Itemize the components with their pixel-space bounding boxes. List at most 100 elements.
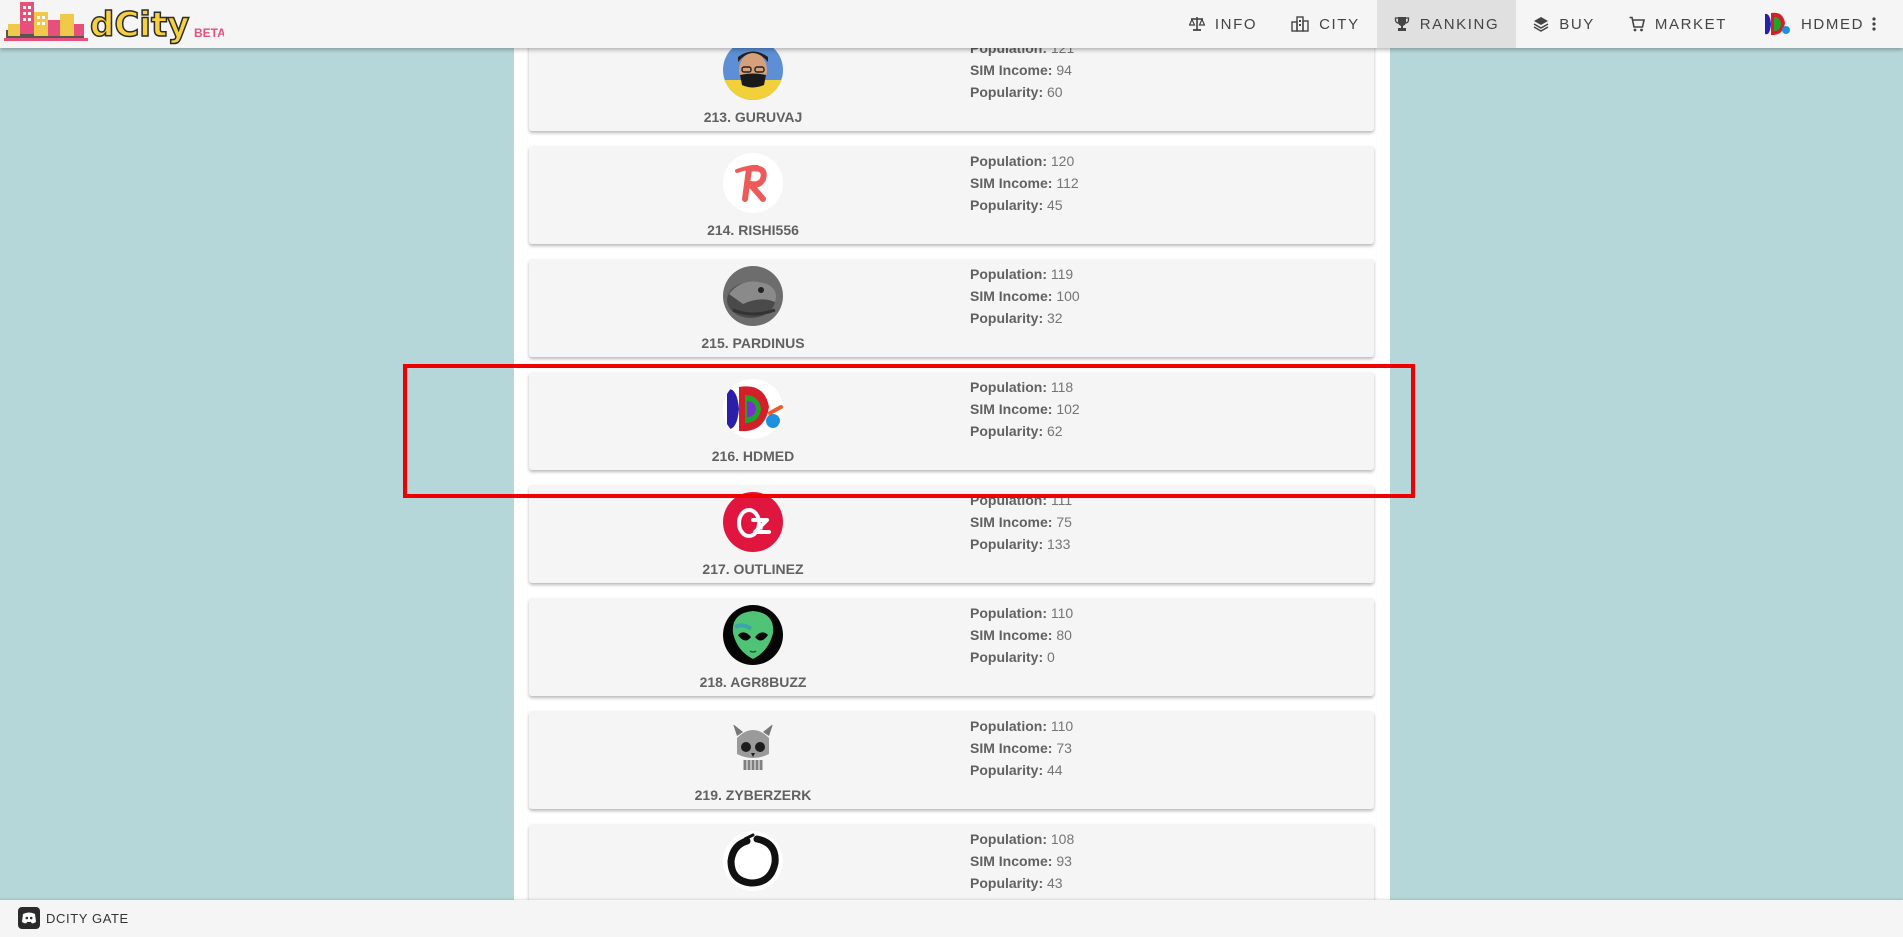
- population-value: 119: [1050, 266, 1074, 282]
- popularity-value: 45: [1047, 197, 1063, 213]
- ranking-card[interactable]: Population: 108 SIM Income: 93 Popularit…: [529, 824, 1374, 900]
- top-bar: dCity BETA INFO CITY RANKING BUY MARKET …: [0, 0, 1903, 48]
- population-label: Population:: [970, 266, 1047, 282]
- player-stats: Population: 111 SIM Income: 75 Popularit…: [970, 489, 1072, 555]
- trophy-icon: [1394, 17, 1409, 31]
- popularity-label: Popularity:: [970, 649, 1044, 665]
- ranking-list[interactable]: 213. GURUVAJ Population: 121 SIM Income:…: [514, 48, 1390, 900]
- population-label: Population:: [970, 492, 1047, 508]
- nav-user-menu[interactable]: HDMED: [1744, 0, 1903, 48]
- popularity-value: 43: [1047, 875, 1063, 891]
- nav-city-label: CITY: [1319, 15, 1360, 33]
- player-stats: Population: 119 SIM Income: 100 Populari…: [970, 263, 1080, 329]
- player-name: 213. GURUVAJ: [703, 109, 803, 125]
- sim-income-value: 102: [1056, 401, 1080, 417]
- popularity-value: 32: [1047, 310, 1063, 326]
- player-name: 219. ZYBERZERK: [694, 787, 812, 803]
- nav-ranking[interactable]: RANKING: [1376, 0, 1517, 48]
- nav-buy[interactable]: BUY: [1516, 0, 1612, 48]
- cart-icon: [1629, 16, 1645, 32]
- sim-income-label: SIM Income:: [970, 853, 1053, 869]
- popularity-value: 62: [1047, 423, 1063, 439]
- sim-income-value: 75: [1056, 514, 1072, 530]
- sim-income-label: SIM Income:: [970, 514, 1053, 530]
- sim-income-label: SIM Income:: [970, 288, 1053, 304]
- population-label: Population:: [970, 48, 1047, 56]
- population-label: Population:: [970, 831, 1047, 847]
- nav-user-label: HDMED: [1801, 15, 1864, 33]
- popularity-label: Popularity:: [970, 310, 1044, 326]
- sim-income-label: SIM Income:: [970, 175, 1053, 191]
- city-icon: [1291, 16, 1309, 32]
- population-label: Population:: [970, 379, 1047, 395]
- popularity-label: Popularity:: [970, 875, 1044, 891]
- sim-income-label: SIM Income:: [970, 740, 1053, 756]
- population-label: Population:: [970, 605, 1047, 621]
- nav-city[interactable]: CITY: [1274, 0, 1377, 48]
- popularity-value: 44: [1047, 762, 1063, 778]
- ranking-card[interactable]: 213. GURUVAJ Population: 121 SIM Income:…: [529, 48, 1374, 131]
- svg-text:BETA: BETA: [194, 26, 224, 40]
- hd-logo-avatar: [723, 379, 783, 439]
- player-stats: Population: 108 SIM Income: 93 Popularit…: [970, 828, 1074, 894]
- iguana-avatar: [723, 266, 783, 326]
- scale-icon: [1188, 17, 1205, 31]
- population-label: Population:: [970, 153, 1047, 169]
- sim-income-value: 80: [1056, 627, 1072, 643]
- population-value: 120: [1050, 153, 1075, 169]
- population-value: 110: [1050, 605, 1074, 621]
- ranking-card[interactable]: 219. ZYBERZERK Population: 110 SIM Incom…: [529, 711, 1374, 809]
- letter-r-avatar: [723, 153, 783, 213]
- player-stats: Population: 121 SIM Income: 94 Popularit…: [970, 48, 1074, 103]
- popularity-value: 133: [1047, 536, 1071, 552]
- popularity-label: Popularity:: [970, 423, 1044, 439]
- ranking-card[interactable]: 214. RISHI556 Population: 120 SIM Income…: [529, 146, 1374, 244]
- sim-income-label: SIM Income:: [970, 627, 1053, 643]
- footer-bar: DCITY GATE: [0, 900, 1903, 937]
- ranking-card[interactable]: 215. PARDINUS Population: 119 SIM Income…: [529, 259, 1374, 357]
- main-nav: INFO CITY RANKING BUY MARKET HDMED: [1172, 0, 1903, 48]
- popularity-value: 60: [1047, 84, 1063, 100]
- popularity-label: Popularity:: [970, 197, 1044, 213]
- nav-ranking-label: RANKING: [1419, 15, 1500, 33]
- sim-income-label: SIM Income:: [970, 62, 1053, 78]
- layers-icon: [1533, 17, 1549, 32]
- svg-text:dCity: dCity: [90, 5, 189, 45]
- player-name: 214. RISHI556: [707, 222, 799, 238]
- nav-info[interactable]: INFO: [1172, 0, 1274, 48]
- ranking-card[interactable]: 218. AGR8BUZZ Population: 110 SIM Income…: [529, 598, 1374, 696]
- player-stats: Population: 118 SIM Income: 102 Populari…: [970, 376, 1080, 442]
- sim-income-label: SIM Income:: [970, 401, 1053, 417]
- more-vert-icon[interactable]: [1872, 17, 1876, 31]
- population-value: 121: [1050, 48, 1075, 56]
- population-value: 118: [1050, 379, 1074, 395]
- population-value: 108: [1050, 831, 1075, 847]
- enso-circle-avatar: [723, 831, 783, 891]
- popularity-label: Popularity:: [970, 536, 1044, 552]
- ranking-card-current-user[interactable]: 216. HDMED Population: 118 SIM Income: 1…: [529, 372, 1374, 470]
- nav-buy-label: BUY: [1559, 15, 1595, 33]
- dcity-gate-link[interactable]: DCITY GATE: [18, 907, 129, 929]
- sim-income-value: 73: [1056, 740, 1072, 756]
- person-mask-avatar: [723, 48, 783, 100]
- alien-avatar: [723, 605, 783, 665]
- popularity-value: 0: [1047, 649, 1055, 665]
- ranking-card[interactable]: 217. OUTLINEZ Population: 111 SIM Income…: [529, 485, 1374, 583]
- player-name: 218. AGR8BUZZ: [699, 674, 807, 690]
- player-name: 217. OUTLINEZ: [702, 561, 804, 577]
- sim-income-value: 93: [1056, 853, 1072, 869]
- dcity-gate-label: DCITY GATE: [46, 910, 129, 926]
- popularity-label: Popularity:: [970, 762, 1044, 778]
- user-avatar: [1765, 12, 1790, 36]
- dcity-logo[interactable]: dCity BETA: [4, 0, 226, 48]
- red-outline-avatar: [723, 492, 783, 552]
- sim-income-value: 100: [1056, 288, 1080, 304]
- sim-income-value: 112: [1056, 175, 1079, 191]
- player-stats: Population: 110 SIM Income: 80 Popularit…: [970, 602, 1073, 668]
- player-name: 215. PARDINUS: [701, 335, 805, 351]
- player-name: 216. HDMED: [711, 448, 795, 464]
- population-value: 110: [1050, 718, 1074, 734]
- nav-market[interactable]: MARKET: [1612, 0, 1744, 48]
- discord-icon: [18, 907, 40, 929]
- population-label: Population:: [970, 718, 1047, 734]
